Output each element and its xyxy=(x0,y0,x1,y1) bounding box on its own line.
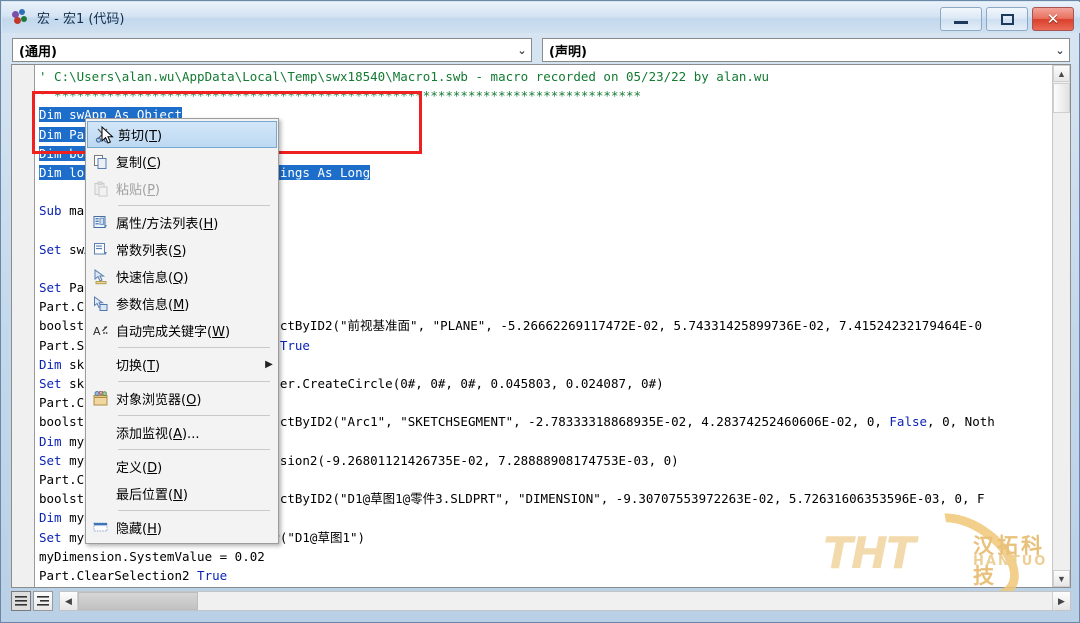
minimize-button[interactable] xyxy=(940,7,982,31)
context-menu[interactable]: 剪切(T) 复制(C) 粘贴(P) 属性/方法列表(H) 常数列表(S) 快速信息(Q) 参… xyxy=(85,118,279,544)
autocomplete-icon: A xyxy=(93,323,109,339)
menu-separator xyxy=(118,205,270,206)
menu-item-5[interactable]: 常数列表(S) xyxy=(86,236,278,263)
menu-item-label: 对象浏览器(O) xyxy=(116,393,202,408)
object-browser-icon-slot xyxy=(86,390,116,407)
object-dropdown-value: (通用) xyxy=(19,44,57,60)
menu-item-label: 自动完成关键字(W) xyxy=(116,325,231,340)
full-module-view-icon[interactable] xyxy=(33,591,53,611)
code-line: ' **************************************… xyxy=(39,88,642,104)
vba-editor-window: 宏 - 宏1 (代码) ✕ (通用) ⌄ (声明) ⌄ ' C:\Users\a… xyxy=(0,0,1080,623)
menu-item-label: 剪切(T) xyxy=(118,129,163,144)
chevron-down-icon: ⌄ xyxy=(1055,43,1065,57)
menu-item-11[interactable]: 添加监视(A)... xyxy=(86,419,278,446)
menu-item-2[interactable]: 复制(C) xyxy=(86,148,278,175)
code-line: Part.SketchManager.InsertSketch True xyxy=(35,585,995,587)
procedure-dropdown[interactable]: (声明) ⌄ xyxy=(542,38,1070,62)
menu-item-label: 隐藏(H) xyxy=(116,522,162,537)
menu-item-7[interactable]: 参数信息(M) xyxy=(86,290,278,317)
menu-item-6[interactable]: 快速信息(Q) xyxy=(86,263,278,290)
menu-separator xyxy=(118,381,270,382)
procedure-dropdown-value: (声明) xyxy=(549,44,587,60)
submenu-arrow-icon: ▶ xyxy=(265,359,273,370)
menu-item-13[interactable]: 最后位置(N) xyxy=(86,480,278,507)
code-line: Part.ClearSelection2 True xyxy=(39,567,228,583)
full-module-view-glyph xyxy=(37,595,49,606)
hide-icon xyxy=(93,520,109,536)
menu-item-8[interactable]: A 自动完成关键字(W) xyxy=(86,317,278,344)
paste-icon-slot xyxy=(86,181,116,197)
menu-item-9[interactable]: 切换(T) ▶ xyxy=(86,351,278,378)
chevron-down-icon: ⌄ xyxy=(517,43,527,57)
scissors-icon-slot xyxy=(88,127,118,143)
menu-item-label: 定义(D) xyxy=(116,461,163,476)
menu-item-label: 常数列表(S) xyxy=(116,244,187,259)
menu-item-label: 参数信息(M) xyxy=(116,298,190,313)
menu-item-14[interactable]: 隐藏(H) xyxy=(86,514,278,541)
vertical-scroll-thumb[interactable] xyxy=(1053,83,1070,113)
vertical-scrollbar[interactable]: ▲ ▼ xyxy=(1052,65,1070,587)
paste-icon xyxy=(93,181,109,197)
parameter-info-icon xyxy=(93,295,109,312)
scroll-right-icon[interactable]: ▶ xyxy=(1052,592,1070,610)
properties-list-icon xyxy=(93,215,109,231)
vba-macro-icon xyxy=(10,8,32,28)
menu-separator xyxy=(118,415,270,416)
menu-item-4[interactable]: 属性/方法列表(H) xyxy=(86,209,278,236)
hide-icon-slot xyxy=(86,520,116,536)
menu-item-3: 粘贴(P) xyxy=(86,175,278,202)
menu-item-12[interactable]: 定义(D) xyxy=(86,453,278,480)
object-dropdown[interactable]: (通用) ⌄ xyxy=(12,38,532,62)
scissors-icon xyxy=(95,127,111,143)
menu-item-1[interactable]: 剪切(T) xyxy=(87,121,277,148)
horizontal-scrollbar[interactable]: ◀ ▶ xyxy=(59,591,1071,611)
margin-indicator-bar xyxy=(12,65,35,587)
menu-item-label: 属性/方法列表(H) xyxy=(116,217,219,232)
menu-item-label: 添加监视(A)... xyxy=(116,427,200,442)
maximize-icon xyxy=(1000,13,1014,25)
window-title: 宏 - 宏1 (代码) xyxy=(37,12,125,27)
object-procedure-selectors: (通用) ⌄ (声明) ⌄ xyxy=(2,35,1080,65)
menu-separator xyxy=(118,347,270,348)
scroll-up-icon[interactable]: ▲ xyxy=(1053,65,1070,82)
properties-list-icon-slot xyxy=(86,215,116,231)
menu-item-label: 最后位置(N) xyxy=(116,488,188,503)
close-button[interactable]: ✕ xyxy=(1032,7,1074,31)
menu-item-label: 粘贴(P) xyxy=(116,183,160,198)
code-line: ' C:\Users\alan.wu\AppData\Local\Temp\sw… xyxy=(39,69,769,84)
copy-icon-slot xyxy=(86,154,116,170)
minimize-icon xyxy=(954,21,968,24)
menu-item-label: 快速信息(Q) xyxy=(116,271,189,286)
menu-item-label: 复制(C) xyxy=(116,156,162,171)
menu-item-label: 切换(T) xyxy=(116,359,161,374)
copy-icon xyxy=(93,154,109,170)
menu-item-10[interactable]: 对象浏览器(O) xyxy=(86,385,278,412)
svg-text:A: A xyxy=(93,325,101,338)
horizontal-scroll-thumb[interactable] xyxy=(78,592,198,610)
scroll-left-icon[interactable]: ◀ xyxy=(60,592,78,610)
constants-list-icon-slot xyxy=(86,242,116,258)
constants-list-icon xyxy=(93,242,109,258)
quick-info-icon-slot xyxy=(86,268,116,285)
close-icon: ✕ xyxy=(1046,10,1060,28)
procedure-view-icon[interactable] xyxy=(11,591,31,611)
parameter-info-icon-slot xyxy=(86,295,116,312)
maximize-button[interactable] xyxy=(986,7,1028,31)
autocomplete-icon-slot: A xyxy=(86,323,116,339)
bottom-bar: ◀ ▶ xyxy=(11,589,1071,613)
menu-separator xyxy=(118,510,270,511)
window-controls: ✕ xyxy=(940,7,1074,31)
object-browser-icon xyxy=(93,390,109,407)
quick-info-icon xyxy=(93,268,109,285)
menu-separator xyxy=(118,449,270,450)
scroll-down-icon[interactable]: ▼ xyxy=(1053,570,1070,587)
procedure-view-glyph xyxy=(15,595,27,606)
code-line: myDimension.SystemValue = 0.02 xyxy=(39,548,265,564)
title-bar: 宏 - 宏1 (代码) ✕ xyxy=(2,2,1080,33)
